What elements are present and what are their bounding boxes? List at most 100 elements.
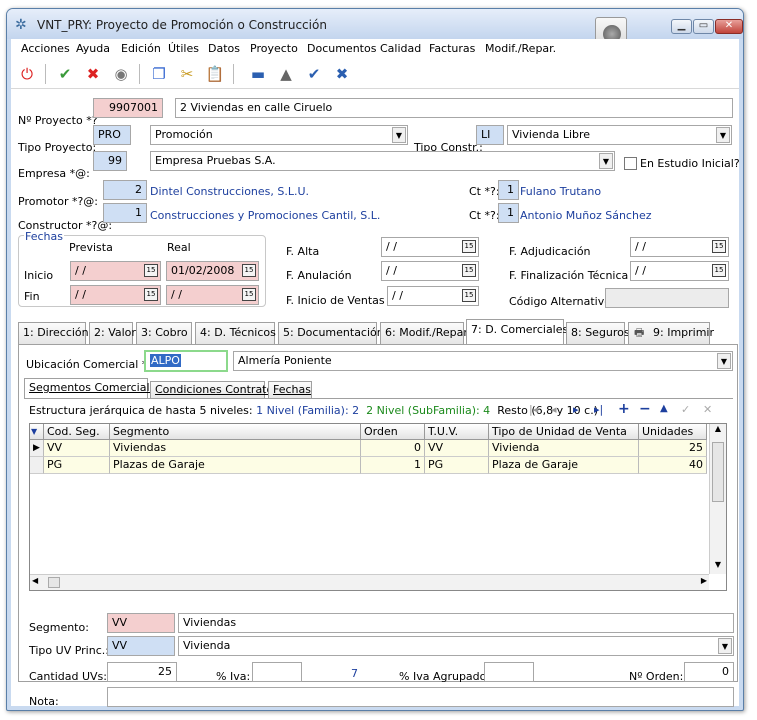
menu-calidad[interactable]: Calidad bbox=[380, 42, 421, 55]
cell-orden[interactable]: 1 bbox=[361, 457, 425, 474]
sort-icon[interactable]: ▼ bbox=[30, 424, 44, 440]
check-icon[interactable]: ✓ bbox=[681, 403, 690, 416]
col-tuv[interactable]: T.U.V. bbox=[425, 424, 489, 440]
maximize-button[interactable]: ▭ bbox=[693, 19, 714, 34]
ct2-code[interactable]: 1 bbox=[498, 203, 519, 223]
tipo-constr-code[interactable]: LI bbox=[476, 125, 504, 145]
segmento-code[interactable]: VV bbox=[107, 613, 175, 633]
ubicacion-code[interactable]: ALPO bbox=[144, 350, 228, 372]
col-unidades[interactable]: Unidades bbox=[639, 424, 707, 440]
chevron-down-icon[interactable]: ▼ bbox=[392, 127, 406, 143]
paste-icon[interactable]: 📋 bbox=[204, 63, 226, 85]
scroll-left-icon[interactable]: ◀ bbox=[32, 576, 38, 585]
cell-unidades[interactable]: 40 bbox=[639, 457, 707, 474]
tipo-proyecto-code[interactable]: PRO bbox=[93, 125, 131, 145]
subtab-fechas[interactable]: Fechas bbox=[268, 381, 312, 399]
promotor-link[interactable]: Dintel Construcciones, S.L.U. bbox=[150, 185, 309, 198]
menu-proyecto[interactable]: Proyecto bbox=[250, 42, 298, 55]
cell-unidades[interactable]: 25 bbox=[639, 440, 707, 457]
empresa-select[interactable]: Empresa Pruebas S.A. ▼ bbox=[150, 151, 615, 171]
finalizacion-input[interactable]: / / 15 bbox=[630, 261, 729, 281]
iva-input[interactable] bbox=[252, 662, 302, 682]
scroll-up-icon[interactable]: ▲ bbox=[710, 424, 726, 438]
ct1-link[interactable]: Fulano Trutano bbox=[520, 185, 601, 198]
x-icon[interactable]: ✕ bbox=[703, 403, 712, 416]
estudio-checkbox[interactable] bbox=[624, 157, 637, 170]
chevron-down-icon[interactable]: ▼ bbox=[717, 353, 731, 369]
last-icon[interactable]: ▸| bbox=[594, 403, 603, 416]
tab-seguros[interactable]: 8: Seguros bbox=[566, 322, 630, 344]
cancel-icon[interactable]: ✖ bbox=[82, 63, 104, 85]
cell-segmento[interactable]: Viviendas bbox=[110, 440, 361, 457]
col-orden[interactable]: Orden bbox=[361, 424, 425, 440]
calendar-icon[interactable]: 15 bbox=[712, 240, 726, 253]
minimize-button[interactable]: ▁ bbox=[671, 19, 692, 34]
fin-prevista-input[interactable]: / / 15 bbox=[70, 285, 161, 305]
chevron-down-icon[interactable]: ▼ bbox=[599, 153, 613, 169]
check-icon[interactable]: ✔ bbox=[303, 63, 325, 85]
tipo-proyecto-select[interactable]: Promoción ▼ bbox=[150, 125, 408, 145]
accept-icon[interactable]: ✔ bbox=[54, 63, 76, 85]
inicio-ventas-input[interactable]: / / 15 bbox=[387, 286, 479, 306]
chevron-down-icon[interactable]: ▼ bbox=[718, 638, 732, 654]
first-icon[interactable]: |◂ bbox=[529, 403, 538, 416]
segmento-input[interactable]: Viviendas bbox=[178, 613, 734, 633]
menu-ayuda[interactable]: Ayuda bbox=[76, 42, 110, 55]
next-icon[interactable]: ▸ bbox=[573, 403, 579, 416]
menu-facturas[interactable]: Facturas bbox=[429, 42, 475, 55]
up-icon[interactable]: ▲ bbox=[275, 63, 297, 85]
fin-real-input[interactable]: / / 15 bbox=[166, 285, 259, 305]
cell-orden[interactable]: 0 bbox=[361, 440, 425, 457]
promotor-code[interactable]: 2 bbox=[103, 180, 147, 200]
nota-input[interactable] bbox=[107, 687, 734, 707]
menu-documentos[interactable]: Documentos bbox=[307, 42, 376, 55]
delete-icon[interactable]: ◉ bbox=[110, 63, 132, 85]
nombre-proyecto-input[interactable]: 2 Viviendas en calle Ciruelo bbox=[175, 98, 733, 118]
col-cod-seg[interactable]: Cod. Seg. bbox=[44, 424, 110, 440]
num-proyecto-input[interactable]: 9907001 bbox=[93, 98, 163, 118]
codigo-alt-input[interactable] bbox=[605, 288, 729, 308]
calendar-icon[interactable]: 15 bbox=[144, 288, 158, 301]
scroll-thumb[interactable] bbox=[712, 442, 724, 502]
calendar-icon[interactable]: 15 bbox=[242, 288, 256, 301]
hscroll-thumb[interactable] bbox=[48, 577, 60, 588]
iva-agrupado-input[interactable] bbox=[484, 662, 534, 682]
alta-input[interactable]: / / 15 bbox=[381, 237, 479, 257]
cell-cod[interactable]: PG bbox=[44, 457, 110, 474]
tab-direccion[interactable]: 1: Dirección bbox=[18, 322, 89, 344]
cell-tipo-uv[interactable]: Vivienda bbox=[489, 440, 639, 457]
tab-documentacion[interactable]: 5: Documentación bbox=[278, 322, 384, 344]
scroll-right-icon[interactable]: ▶ bbox=[701, 576, 707, 585]
calendar-icon[interactable]: 15 bbox=[712, 264, 726, 277]
chevron-down-icon[interactable]: ▼ bbox=[716, 127, 730, 143]
tab-valor[interactable]: 2: Valor bbox=[89, 322, 136, 344]
calendar-icon[interactable]: 15 bbox=[462, 240, 476, 253]
subtab-condiciones[interactable]: Condiciones Contratos bbox=[150, 381, 279, 399]
constructor-link[interactable]: Construcciones y Promociones Cantil, S.L… bbox=[150, 209, 380, 222]
calendar-icon[interactable]: 15 bbox=[242, 264, 256, 277]
empresa-code[interactable]: 99 bbox=[93, 151, 127, 171]
col-segmento[interactable]: Segmento bbox=[110, 424, 361, 440]
ct1-code[interactable]: 1 bbox=[498, 180, 519, 200]
adjudicacion-input[interactable]: / / 15 bbox=[630, 237, 729, 257]
tab-cobro[interactable]: 3: Cobro bbox=[136, 322, 192, 344]
x-icon[interactable]: ✖ bbox=[331, 63, 353, 85]
cell-tuv[interactable]: PG bbox=[425, 457, 489, 474]
copy-icon[interactable]: ❐ bbox=[148, 63, 170, 85]
tab-imprimir[interactable]: 🖶 9: Imprimir bbox=[628, 322, 714, 344]
cell-tuv[interactable]: VV bbox=[425, 440, 489, 457]
cell-tipo-uv[interactable]: Plaza de Garaje bbox=[489, 457, 639, 474]
row-selector[interactable] bbox=[30, 457, 44, 474]
orden-input[interactable]: 0 bbox=[684, 662, 734, 682]
vertical-scrollbar[interactable]: ▲ ▼ bbox=[709, 424, 726, 574]
tab-d-tecnicos[interactable]: 4: D. Técnicos bbox=[195, 322, 276, 344]
calendar-icon[interactable]: 15 bbox=[462, 289, 476, 302]
menu-datos[interactable]: Datos bbox=[208, 42, 240, 55]
inicio-prevista-input[interactable]: / / 15 bbox=[70, 261, 161, 281]
cell-segmento[interactable]: Plazas de Garaje bbox=[110, 457, 361, 474]
cut-icon[interactable]: ✂ bbox=[176, 63, 198, 85]
tipo-uv-select[interactable]: Vivienda ▼ bbox=[178, 636, 734, 656]
cantidad-input[interactable]: 25 bbox=[107, 662, 177, 682]
tipo-uv-code[interactable]: VV bbox=[107, 636, 175, 656]
subtab-segmentos[interactable]: Segmentos Comerciales bbox=[24, 378, 162, 398]
